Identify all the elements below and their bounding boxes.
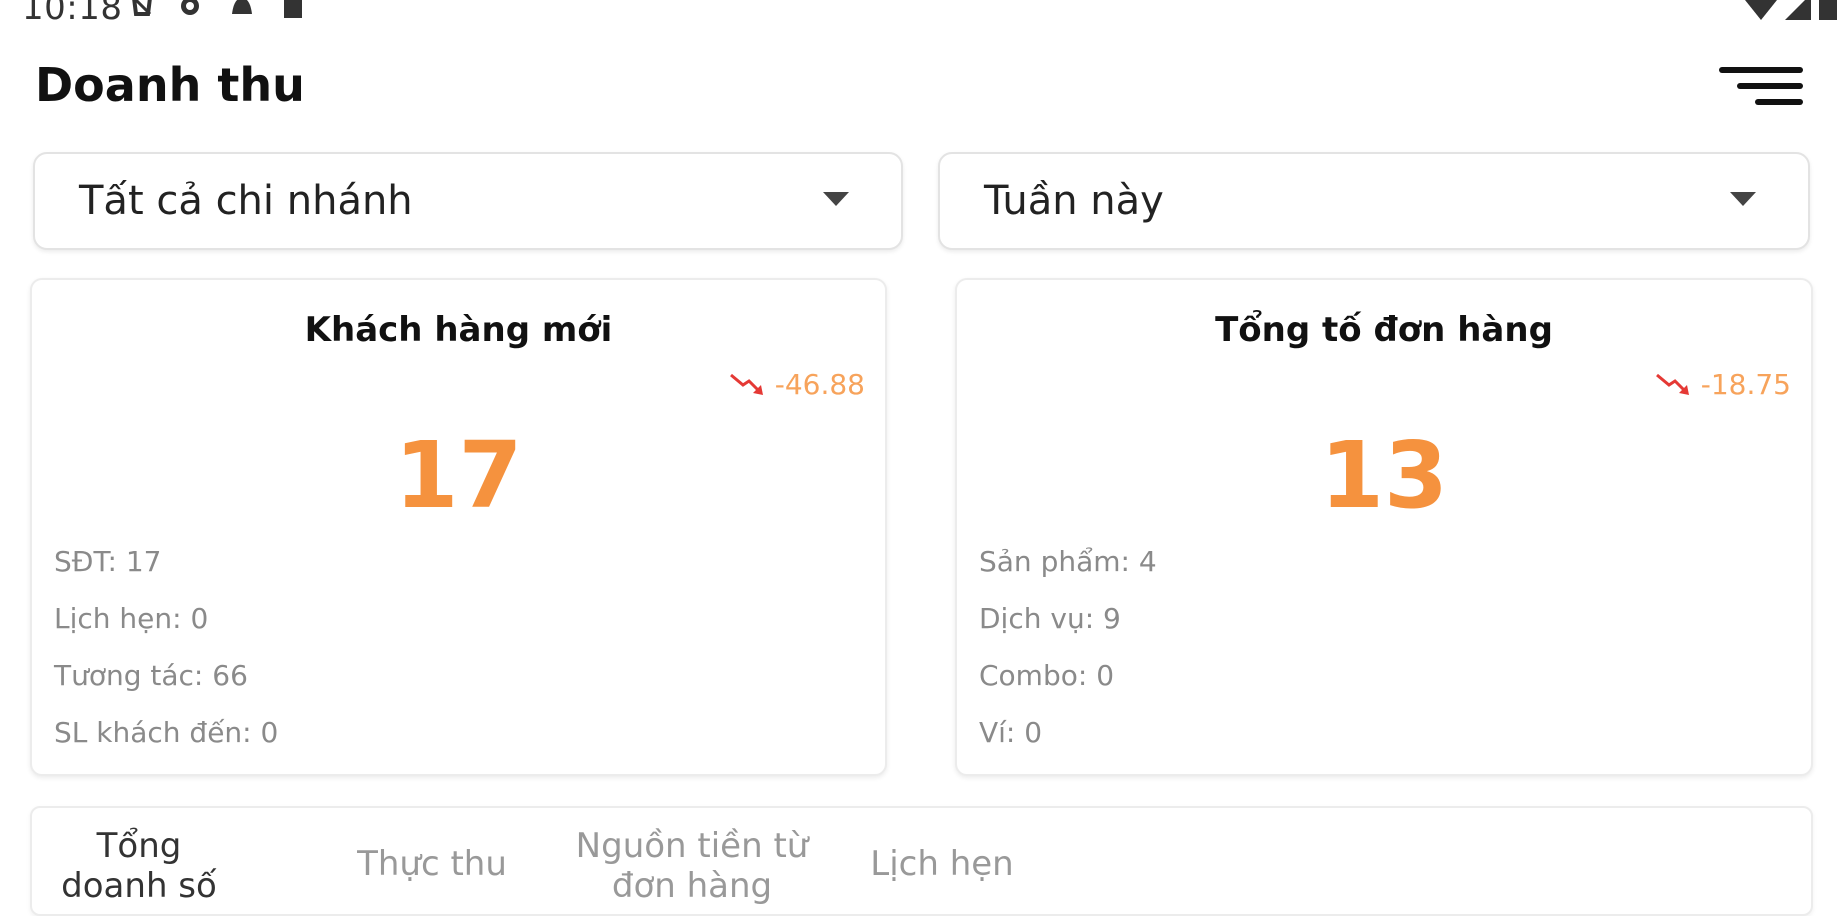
trend-value: -18.75 [1700,368,1791,401]
detail-item: SL khách đến: 0 [54,716,279,749]
chevron-down-icon [1730,192,1756,208]
signal-icon [1783,0,1813,26]
wifi-icon [1743,0,1779,26]
detail-item: Tương tác: 66 [54,659,248,692]
status-bar: 10:18 [0,0,1843,30]
metric-value: 17 [394,422,523,529]
notification-icon [128,0,156,26]
trend-indicator: -18.75 [1655,368,1791,401]
tab-appointments[interactable]: Lịch hẹn [852,844,1032,884]
period-dropdown[interactable]: Tuần này [938,152,1810,250]
tab-actual-revenue[interactable]: Thực thu [337,844,527,884]
tab-total-sales[interactable]: Tổng doanh số [44,826,234,906]
metric-value: 13 [1319,422,1449,529]
detail-item: SĐT: 17 [54,545,162,578]
bell-icon [228,0,256,26]
trend-value: -46.88 [774,368,865,401]
branch-dropdown[interactable]: Tất cả chi nhánh [33,152,903,250]
detail-item: Ví: 0 [979,716,1043,749]
detail-item: Sản phẩm: 4 [979,545,1157,578]
chevron-down-icon [823,192,849,208]
trend-indicator: -46.88 [729,368,865,401]
branch-dropdown-value: Tất cả chi nhánh [79,178,413,224]
detail-item: Dịch vụ: 9 [979,602,1121,635]
detail-list: Sản phẩm: 4 Dịch vụ: 9 Combo: 0 Ví: 0 [979,542,1157,770]
card-title: Khách hàng mới [304,310,613,350]
card-title: Tổng tố đơn hàng [1215,310,1553,350]
detail-list: SĐT: 17 Lịch hẹn: 0 Tương tác: 66 SL khá… [54,542,278,770]
menu-icon[interactable] [1719,64,1803,108]
page-title: Doanh thu [35,58,305,112]
detail-item: Lịch hẹn: 0 [54,602,209,635]
period-dropdown-value: Tuần này [984,178,1164,224]
total-orders-card[interactable]: Tổng tố đơn hàng -18.75 13 Sản phẩm: 4 D… [955,278,1813,776]
gear-icon [176,0,204,26]
new-customers-card[interactable]: Khách hàng mới -46.88 17 SĐT: 17 Lịch hẹ… [30,278,887,776]
detail-item: Combo: 0 [979,659,1115,692]
status-time: 10:18 [22,0,123,28]
tab-order-funds[interactable]: Nguồn tiền từ đơn hàng [557,826,827,906]
trend-down-icon [1655,371,1691,399]
sd-card-icon [280,0,308,26]
battery-icon [1817,0,1839,26]
trend-down-icon [729,371,765,399]
